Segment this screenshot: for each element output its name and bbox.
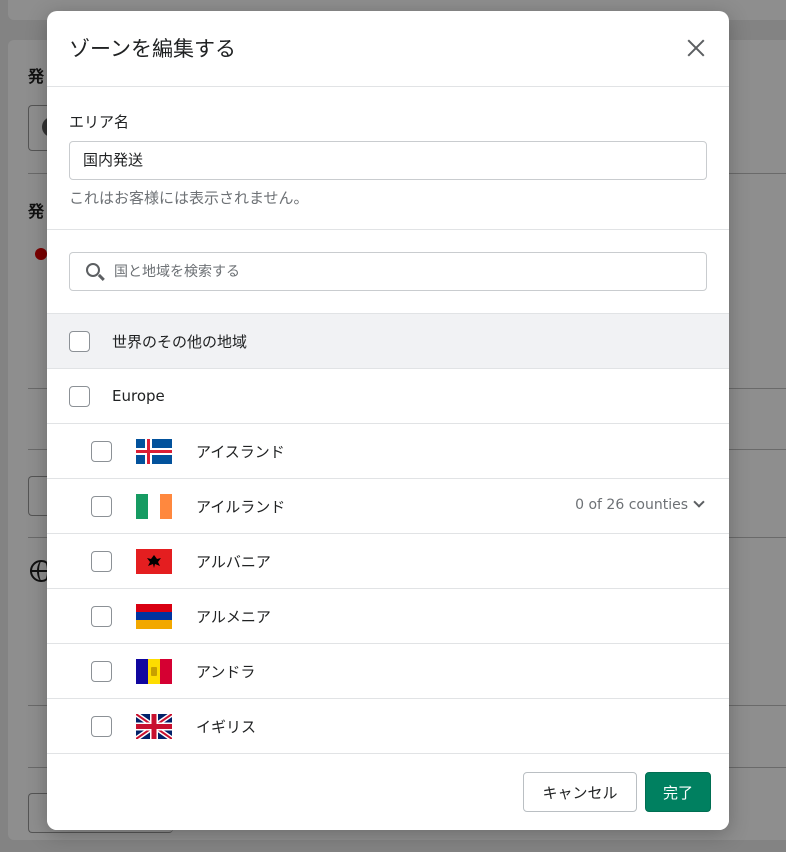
- search-section: [47, 230, 729, 314]
- list-item-label: アルバニア: [196, 552, 271, 571]
- checkbox[interactable]: [91, 440, 112, 462]
- modal-header: ゾーンを編集する: [47, 11, 729, 87]
- list-item-label: 世界のその他の地域: [112, 332, 248, 351]
- list-item-country[interactable]: アイスランド: [47, 424, 729, 479]
- area-name-input[interactable]: 国内発送: [69, 141, 707, 180]
- counties-label: 0 of 26 counties: [575, 497, 688, 513]
- counties-dropdown[interactable]: 0 of 26 counties: [575, 496, 705, 513]
- modal-footer: キャンセル 完了: [47, 753, 729, 830]
- checkbox[interactable]: [69, 385, 90, 407]
- search-input[interactable]: [114, 253, 694, 290]
- iceland-flag-icon: [136, 439, 172, 464]
- area-name-help-text: これはお客様には表示されません。: [69, 189, 309, 207]
- checkbox[interactable]: [91, 550, 112, 572]
- background-status-dot: [35, 248, 47, 260]
- background-label: 発: [28, 67, 45, 86]
- search-icon: [86, 263, 100, 277]
- background-label: 発: [28, 202, 45, 221]
- search-box: [69, 252, 707, 291]
- list-item-country[interactable]: アルメニア: [47, 589, 729, 644]
- edit-zone-modal: ゾーンを編集する エリア名 国内発送 これはお客様には表示されません。 世界のそ…: [47, 11, 729, 830]
- list-item-country[interactable]: アイルランド 0 of 26 counties: [47, 479, 729, 534]
- list-item-label: アルメニア: [196, 607, 271, 626]
- list-item-label: Europe: [112, 387, 165, 405]
- checkbox[interactable]: [69, 330, 90, 352]
- list-item-label: アイルランド: [196, 497, 286, 516]
- list-item-europe[interactable]: Europe: [47, 369, 729, 424]
- list-item-country[interactable]: イギリス: [47, 699, 729, 754]
- done-button[interactable]: 完了: [645, 772, 711, 812]
- list-item-country[interactable]: アンドラ: [47, 644, 729, 699]
- checkbox[interactable]: [91, 605, 112, 627]
- list-item-country[interactable]: アルバニア: [47, 534, 729, 589]
- area-name-section: エリア名 国内発送 これはお客様には表示されません。: [47, 87, 729, 230]
- albania-flag-icon: [136, 549, 172, 574]
- checkbox[interactable]: [91, 715, 112, 737]
- list-item-label: アイスランド: [196, 442, 285, 461]
- chevron-down-icon: [693, 496, 705, 508]
- armenia-flag-icon: [136, 604, 172, 629]
- andorra-flag-icon: [136, 659, 172, 684]
- ireland-flag-icon: [136, 494, 172, 519]
- list-item-label: アンドラ: [196, 662, 256, 681]
- list-item-rest-of-world[interactable]: 世界のその他の地域: [47, 314, 729, 369]
- checkbox[interactable]: [91, 495, 112, 517]
- modal-title: ゾーンを編集する: [69, 37, 236, 61]
- country-list: 世界のその他の地域 Europe アイスランド アイルランド 0 of 26 c…: [47, 314, 729, 754]
- cancel-button[interactable]: キャンセル: [523, 772, 637, 812]
- area-name-label: エリア名: [69, 113, 130, 131]
- list-item-label: イギリス: [196, 717, 257, 736]
- checkbox[interactable]: [91, 660, 112, 682]
- uk-flag-icon: [136, 714, 172, 739]
- close-icon[interactable]: [681, 33, 711, 63]
